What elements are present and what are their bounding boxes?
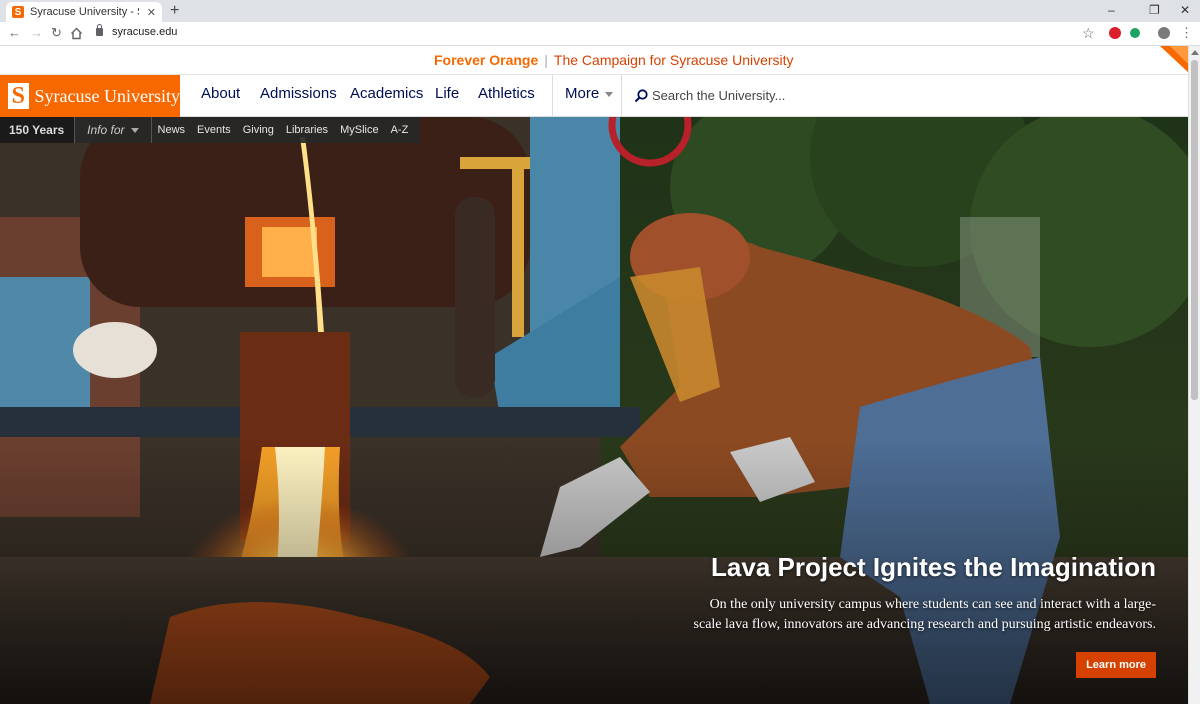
nav-about[interactable]: About [201, 85, 240, 102]
sub-nav-150-years[interactable]: 150 Years [0, 117, 75, 143]
sub-nav-a-z[interactable]: A-Z [385, 124, 421, 136]
new-tab-button[interactable]: + [170, 2, 179, 20]
browser-tab[interactable]: S Syracuse University - Syracuse.edu ✕ [6, 2, 162, 22]
campaign-corner-flag-icon [1160, 46, 1190, 74]
secondary-navigation: 150 Years Info for News Events Giving Li… [0, 117, 421, 143]
menu-dots-icon[interactable]: ⋮ [1180, 25, 1193, 41]
nav-athletics[interactable]: Athletics [478, 85, 535, 102]
favicon-icon: S [12, 6, 24, 18]
hero-title: Lava Project Ignites the Imagination [711, 552, 1156, 582]
sub-nav-events[interactable]: Events [191, 124, 237, 136]
lock-icon [96, 24, 103, 36]
reload-icon[interactable]: ↻ [51, 25, 62, 41]
page-scrollbar[interactable] [1188, 46, 1200, 704]
back-icon[interactable]: ← [8, 25, 21, 41]
scroll-thumb[interactable] [1191, 60, 1198, 400]
logo-text: Syracuse University [34, 85, 180, 106]
main-navigation: S Syracuse University About Admissions A… [0, 75, 1200, 117]
tab-title: Syracuse University - Syracuse.edu [30, 6, 139, 18]
chevron-down-icon [605, 91, 614, 97]
nav-more-button[interactable]: More [565, 85, 614, 102]
learn-more-button[interactable]: Learn more [1076, 652, 1156, 678]
nav-admissions[interactable]: Admissions [260, 85, 337, 102]
nav-divider [621, 75, 622, 117]
browser-toolbar: ← → ↻ syracuse.edu ☆ ⋮ [0, 22, 1200, 46]
browser-tab-strip: S Syracuse University - Syracuse.edu ✕ +… [0, 0, 1200, 22]
campaign-text: The Campaign for Syracuse University [553, 52, 794, 68]
university-logo[interactable]: S Syracuse University [0, 75, 180, 117]
scroll-up-arrow-icon[interactable] [1191, 50, 1199, 55]
sub-nav-libraries[interactable]: Libraries [280, 124, 334, 136]
logo-mark: S [8, 83, 29, 109]
nav-academics[interactable]: Academics [350, 85, 423, 102]
chevron-down-icon [130, 128, 139, 134]
minimize-button[interactable]: – [1108, 2, 1115, 18]
info-for-label: Info for [87, 123, 125, 137]
campaign-highlight: Forever Orange [434, 52, 539, 68]
hero-banner: Lava Project Ignites the Imagination On … [0, 117, 1188, 704]
window-close-button[interactable]: ✕ [1180, 2, 1190, 18]
close-tab-icon[interactable]: ✕ [147, 6, 156, 19]
hero-description: On the only university campus where stud… [693, 597, 1156, 632]
profile-avatar[interactable] [1158, 27, 1170, 39]
nav-more-label: More [565, 85, 600, 102]
sub-nav-news[interactable]: News [152, 124, 192, 136]
campaign-banner[interactable]: Forever Orange | The Campaign for Syracuse… [0, 46, 1200, 75]
search-input[interactable] [652, 83, 912, 107]
bookmark-star-icon[interactable]: ☆ [1082, 25, 1095, 41]
sub-nav-giving[interactable]: Giving [237, 124, 280, 136]
campaign-separator: | [544, 52, 548, 68]
address-bar-url[interactable]: syracuse.edu [112, 26, 177, 38]
restore-button[interactable]: ❐ [1149, 2, 1160, 18]
extension-icon[interactable] [1130, 28, 1140, 38]
forward-icon[interactable]: → [30, 25, 43, 41]
nav-life[interactable]: Life [435, 85, 459, 102]
adblock-extension-icon[interactable] [1109, 27, 1121, 39]
info-for-dropdown[interactable]: Info for [74, 117, 152, 143]
sub-nav-myslice[interactable]: MySlice [334, 124, 385, 136]
nav-divider [552, 75, 553, 117]
home-icon[interactable] [70, 27, 83, 40]
search-icon[interactable] [633, 88, 649, 104]
